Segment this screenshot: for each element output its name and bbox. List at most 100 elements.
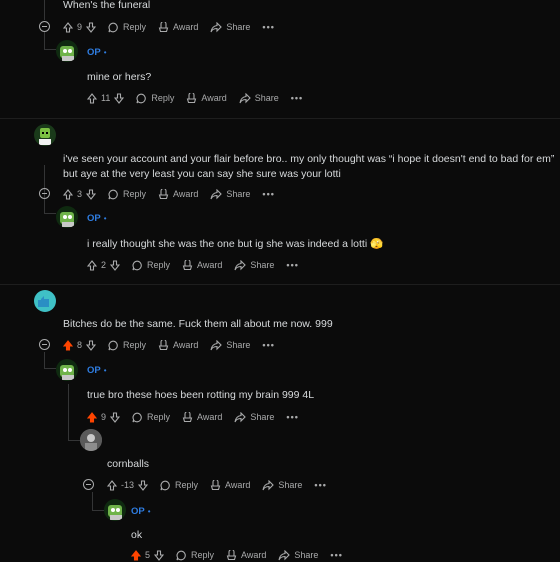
avatar[interactable]	[56, 206, 78, 228]
more-options-button[interactable]: •••	[291, 93, 303, 103]
divider	[0, 118, 560, 119]
op-badge[interactable]: OP	[131, 506, 145, 517]
downvote-icon[interactable]	[110, 259, 121, 271]
separator-dot: •	[103, 214, 107, 223]
upvote-icon[interactable]	[131, 549, 141, 561]
collapse-icon[interactable]	[39, 188, 50, 199]
share-button[interactable]: Share	[262, 479, 302, 491]
award-icon	[182, 259, 193, 270]
reply-icon	[132, 412, 142, 422]
award-button[interactable]: Award	[158, 188, 198, 200]
downvote-icon[interactable]	[138, 479, 149, 491]
vote-count: 9	[77, 22, 83, 32]
vote-count: 8	[77, 340, 83, 350]
downvote-icon[interactable]	[86, 21, 97, 33]
vote-count: 11	[101, 93, 111, 103]
comment-actions: 9 Reply Award Share •••	[87, 410, 311, 424]
reply-icon	[136, 93, 147, 103]
comment-actions: 8 Reply Award Share •••	[63, 338, 287, 352]
upvote-icon[interactable]	[107, 479, 117, 491]
vote-count: -13	[121, 480, 135, 490]
share-button[interactable]: Share	[210, 188, 250, 200]
award-icon	[187, 92, 197, 103]
more-options-button[interactable]: •••	[330, 550, 342, 560]
reply-button[interactable]: Reply	[160, 480, 198, 491]
reply-icon	[132, 260, 142, 270]
op-badge[interactable]: OP	[87, 365, 101, 376]
comment-text: cornballs	[107, 458, 150, 470]
upvote-icon[interactable]	[87, 411, 97, 423]
op-badge[interactable]: OP	[87, 213, 101, 224]
downvote-icon[interactable]	[86, 188, 97, 200]
separator-dot: •	[103, 48, 107, 57]
avatar[interactable]	[34, 124, 56, 146]
award-button[interactable]: Award	[158, 339, 198, 351]
upvote-icon[interactable]	[87, 92, 97, 104]
reply-button[interactable]: Reply	[136, 93, 174, 104]
share-button[interactable]: Share	[239, 92, 279, 104]
comment-text: true bro these hoes been rotting my brai…	[87, 389, 315, 401]
reply-button[interactable]: Reply	[132, 412, 170, 423]
award-icon	[182, 411, 193, 422]
award-button[interactable]: Award	[226, 549, 266, 561]
comment-text-line: but aye at the very least you can say sh…	[63, 168, 341, 180]
reply-icon	[108, 189, 118, 199]
avatar[interactable]	[56, 40, 78, 62]
upvote-icon[interactable]	[63, 188, 73, 200]
award-button[interactable]: Award	[186, 92, 227, 104]
more-options-button[interactable]: •••	[314, 480, 326, 490]
comment-actions: -13 Reply Award Share •••	[107, 478, 339, 492]
vote-count: 9	[101, 412, 107, 422]
reply-button[interactable]: Reply	[108, 22, 146, 33]
share-icon	[262, 479, 275, 490]
collapse-icon[interactable]	[39, 21, 50, 32]
reply-button[interactable]: Reply	[108, 189, 146, 200]
reply-button[interactable]: Reply	[132, 260, 170, 271]
avatar[interactable]	[56, 359, 78, 381]
downvote-icon[interactable]	[114, 92, 125, 104]
collapse-icon[interactable]	[83, 479, 94, 490]
share-button[interactable]: Share	[234, 411, 274, 423]
vote-count: 2	[101, 260, 107, 270]
award-button[interactable]: Award	[182, 259, 222, 271]
more-options-button[interactable]: •••	[262, 189, 274, 199]
downvote-icon[interactable]	[110, 411, 121, 423]
downvote-icon[interactable]	[86, 339, 97, 351]
more-options-button[interactable]: •••	[286, 412, 298, 422]
avatar[interactable]	[80, 429, 102, 451]
share-icon	[239, 92, 251, 103]
share-button[interactable]: Share	[210, 21, 250, 33]
avatar[interactable]	[104, 499, 126, 521]
share-button[interactable]: Share	[278, 549, 318, 561]
award-button[interactable]: Award	[182, 411, 222, 423]
share-icon	[210, 21, 223, 32]
reply-button[interactable]: Reply	[108, 340, 146, 351]
award-icon	[210, 479, 221, 490]
upvote-icon[interactable]	[87, 259, 97, 271]
downvote-icon[interactable]	[154, 549, 165, 561]
share-button[interactable]: Share	[210, 339, 250, 351]
upvote-icon[interactable]	[63, 21, 73, 33]
comment-text: mine or hers?	[87, 71, 152, 83]
share-icon	[210, 188, 223, 199]
share-button[interactable]: Share	[234, 259, 274, 271]
comment-actions: 9 Reply Award Share •••	[63, 20, 287, 34]
award-icon	[158, 339, 169, 350]
collapse-icon[interactable]	[39, 339, 50, 350]
comment-actions: 3 Reply Award Share •••	[63, 187, 287, 201]
award-button[interactable]: Award	[158, 21, 198, 33]
op-badge[interactable]: OP	[87, 47, 101, 58]
reply-icon	[108, 22, 118, 32]
upvote-icon[interactable]	[63, 339, 73, 351]
award-icon	[158, 188, 169, 199]
vote-count: 3	[77, 189, 83, 199]
award-button[interactable]: Award	[210, 479, 250, 491]
share-icon	[278, 549, 291, 560]
reply-button[interactable]: Reply	[176, 550, 214, 561]
divider	[0, 284, 560, 285]
more-options-button[interactable]: •••	[262, 340, 274, 350]
more-options-button[interactable]: •••	[262, 22, 274, 32]
comment-text: When's the funeral	[63, 0, 151, 11]
avatar[interactable]	[34, 290, 56, 312]
more-options-button[interactable]: •••	[286, 260, 298, 270]
